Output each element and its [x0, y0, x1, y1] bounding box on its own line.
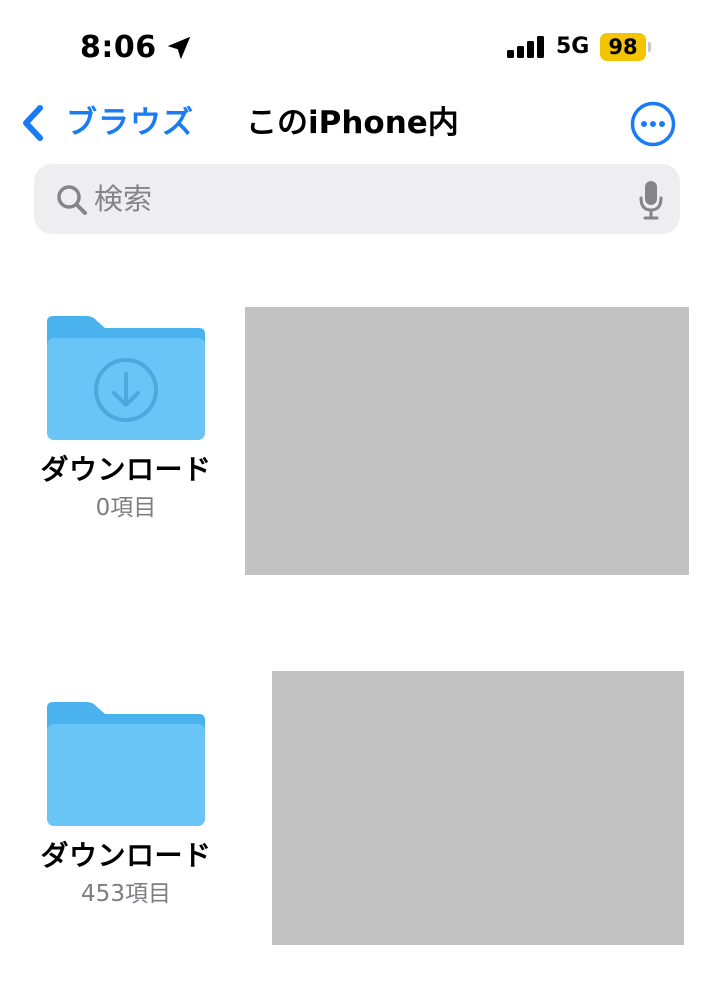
file-item-downloads-empty[interactable]: ダウンロード 0項目	[36, 316, 216, 524]
folder-icon	[47, 702, 205, 826]
file-name: ダウンロード	[40, 839, 212, 872]
ellipsis-circle-icon[interactable]	[630, 101, 676, 147]
redacted-area	[245, 307, 689, 575]
status-time: 8:06	[80, 30, 157, 65]
battery-cap	[648, 42, 651, 52]
back-button-label: ブラウズ	[66, 105, 194, 141]
back-button[interactable]: ブラウズ	[18, 100, 194, 146]
search-bar[interactable]	[34, 164, 680, 234]
chevron-left-icon	[23, 105, 43, 141]
location-arrow-icon	[167, 36, 191, 60]
search-icon	[57, 185, 87, 215]
network-type: 5G	[556, 34, 590, 59]
search-input[interactable]	[94, 176, 634, 222]
microphone-icon[interactable]	[638, 180, 664, 220]
cellular-signal-icon	[507, 36, 544, 58]
file-item-count: 0項目	[95, 495, 157, 521]
redacted-area	[272, 671, 684, 945]
file-name: ダウンロード	[40, 453, 212, 486]
file-item-downloads[interactable]: ダウンロード 453項目	[36, 702, 216, 910]
file-item-count: 453項目	[81, 881, 171, 907]
folder-download-icon	[47, 316, 205, 440]
page-title: このiPhone内	[246, 105, 459, 141]
battery-indicator: 98	[600, 33, 646, 61]
